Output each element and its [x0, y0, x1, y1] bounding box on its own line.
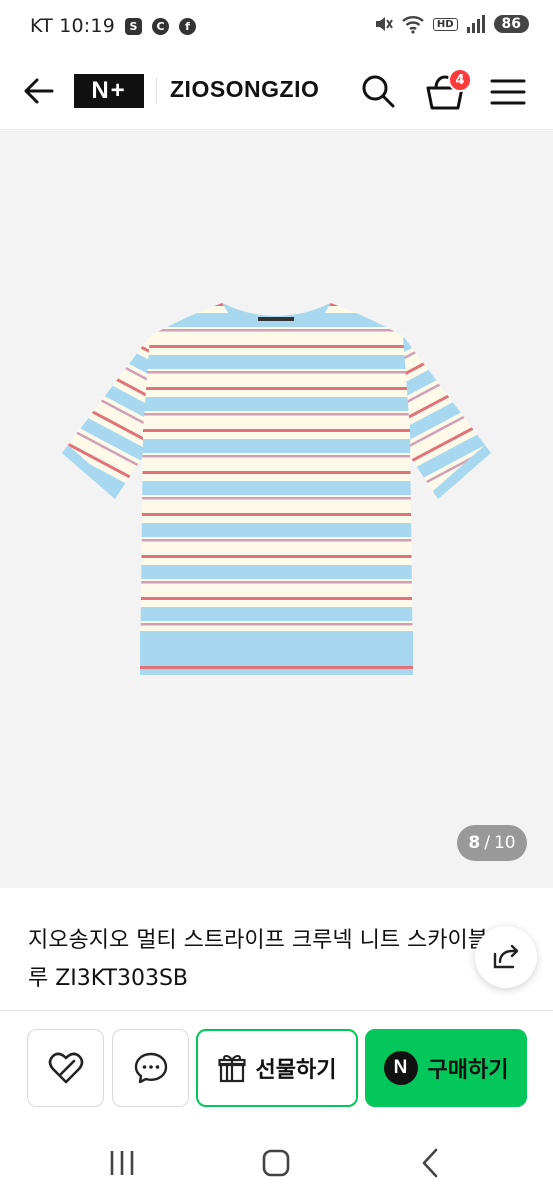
facebook-icon: f	[179, 17, 196, 35]
cart-count-badge: 4	[448, 68, 472, 92]
recent-apps-icon[interactable]	[102, 1143, 142, 1183]
heart-icon	[48, 1052, 83, 1084]
notification-app-icon: S	[125, 17, 142, 35]
image-counter-total: 10	[493, 833, 516, 853]
hamburger-menu-icon[interactable]	[488, 72, 528, 112]
gift-icon	[217, 1054, 246, 1083]
gift-button-label: 선물하기	[255, 1058, 337, 1083]
image-counter-separator: /	[484, 833, 490, 853]
naver-n-icon: N	[383, 1051, 418, 1085]
status-left: KT 10:19 S C f	[30, 15, 196, 37]
battery-indicator: 86	[493, 15, 529, 33]
signal-icon	[466, 15, 485, 33]
chat-bubble-icon	[134, 1052, 167, 1084]
buy-button[interactable]: N 구매하기	[365, 1029, 527, 1107]
share-icon	[493, 944, 519, 969]
talktalk-chat-button[interactable]	[112, 1029, 189, 1107]
home-icon[interactable]	[256, 1143, 296, 1183]
wifi-icon	[402, 16, 424, 34]
product-image-gallery[interactable]: 8 / 10	[0, 131, 553, 888]
mute-icon	[375, 17, 393, 31]
striped-tshirt-image	[62, 303, 491, 676]
back-arrow-icon[interactable]	[20, 72, 58, 110]
app-header: N+ ZIOSONGZIO 4	[0, 52, 553, 130]
share-button[interactable]	[475, 926, 537, 988]
status-bar: KT 10:19 S C f HD 86	[0, 0, 553, 52]
naver-plus-logo[interactable]: N+	[74, 74, 144, 108]
hd-voice-badge: HD	[432, 17, 458, 31]
carrier-time: KT 10:19	[30, 15, 115, 37]
brand-name[interactable]: ZIOSONGZIO	[170, 76, 319, 103]
status-right: HD 86	[373, 14, 529, 34]
gift-button[interactable]: 선물하기	[196, 1029, 358, 1107]
buy-button-label: 구매하기	[427, 1058, 509, 1083]
product-title: 지오송지오 멀티 스트라이프 크루넥 니트 스카이블루 ZI3KT303SB	[28, 928, 489, 991]
bottom-action-bar: 선물하기 N 구매하기	[0, 1011, 553, 1117]
logo-divider	[156, 78, 157, 104]
wishlist-button[interactable]	[27, 1029, 104, 1107]
cart-button[interactable]: 4	[422, 68, 472, 114]
image-counter: 8 / 10	[457, 825, 527, 861]
back-nav-icon[interactable]	[411, 1143, 451, 1183]
image-counter-current: 8	[468, 833, 481, 853]
system-navigation-bar	[0, 1117, 553, 1200]
notification-app-icon: C	[152, 17, 169, 35]
search-icon[interactable]	[358, 71, 398, 111]
